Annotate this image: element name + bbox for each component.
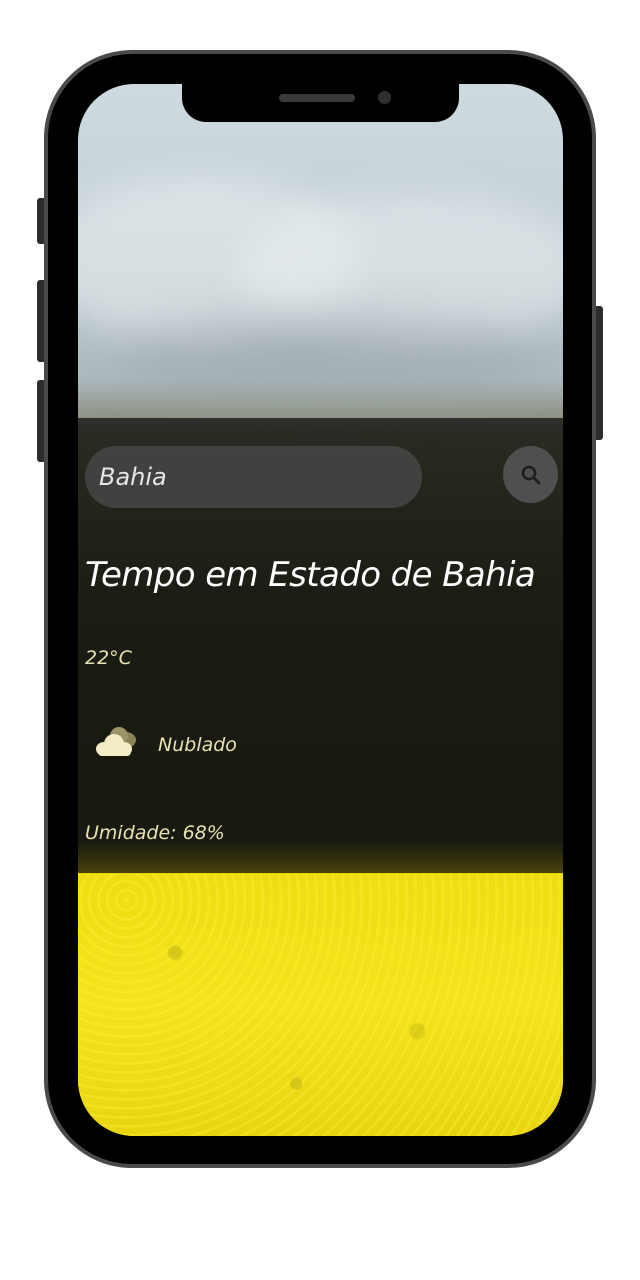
phone-camera [378, 91, 391, 104]
city-search-input[interactable] [85, 446, 422, 508]
temperature-value: 22°C [85, 647, 132, 669]
background-cloud-shadow [118, 314, 538, 404]
phone-notch [182, 84, 459, 122]
weather-condition: Nublado [158, 734, 237, 756]
humidity-value: Umidade: 68% [85, 822, 225, 844]
app-screen: Tempo em Estado de Bahia 22°C Nublado Um… [78, 84, 563, 1136]
cloud-icon [96, 727, 136, 756]
phone-speaker [279, 94, 355, 102]
search-icon [521, 465, 540, 484]
weather-title: Tempo em Estado de Bahia [85, 555, 536, 595]
weather-panel: Tempo em Estado de Bahia 22°C Nublado Um… [78, 418, 563, 873]
background-flower-field [78, 874, 563, 1136]
search-button[interactable] [503, 446, 558, 503]
